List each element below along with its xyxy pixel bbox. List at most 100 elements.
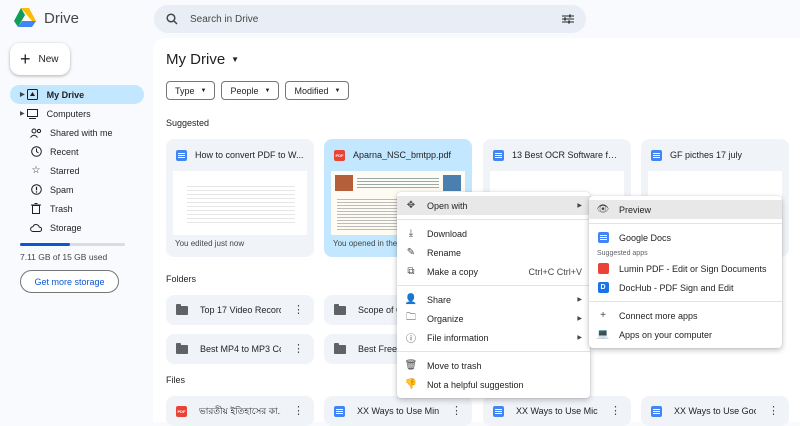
sidebar-item-label: Spam [50, 184, 74, 195]
menu-item-label: Google Docs [619, 232, 672, 243]
computer-icon [27, 108, 39, 120]
eye-icon: 👁 [596, 204, 610, 215]
more-options-icon[interactable]: ⋮ [451, 405, 462, 417]
storage-meter [20, 243, 125, 246]
menu-item-lumin-pdf[interactable]: Lumin PDF - Edit or Sign Documents [589, 259, 782, 278]
google-doc-icon [651, 405, 662, 417]
sidebar-item-starred[interactable]: ☆ Starred [10, 161, 144, 180]
menu-item-make-copy[interactable]: ⧉ Make a copy Ctrl+C Ctrl+V [397, 262, 590, 281]
filter-chips: Type ▼ People ▼ Modified ▼ [166, 81, 350, 100]
menu-item-rename[interactable]: ✎ Rename [397, 243, 590, 262]
chip-label: People [230, 85, 259, 96]
shortcut-hint: Ctrl+C Ctrl+V [528, 266, 582, 277]
menu-item-label: Not a helpful suggestion [427, 379, 524, 390]
filter-type[interactable]: Type ▼ [166, 81, 216, 100]
folder-item[interactable]: Best MP4 to MP3 Co... ⋮ [166, 334, 314, 364]
filter-people[interactable]: People ▼ [221, 81, 280, 100]
chevron-down-icon: ▼ [231, 55, 240, 64]
menu-item-label: DocHub - PDF Sign and Edit [619, 282, 734, 293]
menu-divider [589, 301, 782, 302]
open-with-submenu: 👁 Preview Google Docs Suggested apps Lumi… [589, 196, 782, 348]
sidebar-item-label: My Drive [46, 89, 85, 100]
menu-item-move-to-trash[interactable]: 🗑 Move to trash [397, 356, 590, 375]
menu-item-label: Share [427, 294, 452, 305]
expand-caret-icon[interactable]: ▶ [20, 110, 25, 117]
people-icon [30, 127, 42, 139]
filter-options-icon[interactable] [562, 14, 574, 24]
chevron-down-icon: ▼ [334, 87, 341, 94]
filter-modified[interactable]: Modified ▼ [285, 81, 350, 100]
edit-icon: ✎ [406, 247, 416, 258]
page-title[interactable]: My Drive ▼ [166, 51, 239, 68]
sidebar-item-shared[interactable]: Shared with me [10, 123, 144, 142]
more-options-icon[interactable]: ⋮ [293, 304, 304, 316]
sidebar-item-label: Storage [50, 222, 82, 233]
more-options-icon[interactable]: ⋮ [293, 405, 304, 417]
sidebar-item-my-drive[interactable]: ▶ My Drive [10, 85, 144, 104]
sidebar-item-computers[interactable]: ▶ Computers [10, 104, 144, 123]
menu-item-apps-on-computer[interactable]: 💻 Apps on your computer [589, 325, 782, 344]
copy-icon: ⧉ [407, 266, 415, 277]
more-options-icon[interactable]: ⋮ [768, 405, 779, 417]
menu-item-label: Preview [619, 204, 652, 215]
my-drive-icon [27, 89, 39, 101]
laptop-icon: 💻 [596, 329, 610, 340]
chevron-right-icon: ▶ [577, 203, 582, 209]
get-more-storage-button[interactable]: Get more storage [20, 270, 119, 293]
sidebar-item-storage[interactable]: Storage [10, 218, 144, 237]
menu-item-preview[interactable]: 👁 Preview [589, 200, 782, 219]
expand-caret-icon[interactable]: ▶ [20, 91, 25, 98]
sidebar-item-label: Shared with me [50, 127, 113, 138]
menu-item-open-with[interactable]: ✥ Open with ▶ [397, 196, 590, 215]
search-bar[interactable]: Search in Drive [154, 5, 586, 33]
spam-icon [30, 184, 42, 196]
menu-divider [397, 351, 590, 352]
storage-usage-text: 7.11 GB of 15 GB used [20, 252, 108, 262]
search-input[interactable]: Search in Drive [190, 14, 562, 25]
sidebar-item-label: Trash [50, 203, 73, 214]
more-options-icon[interactable]: ⋮ [293, 343, 304, 355]
menu-item-organize[interactable]: 🗀 Organize ▶ [397, 309, 590, 328]
clock-icon [30, 146, 42, 158]
file-thumbnail [173, 171, 307, 235]
pdf-icon: PDF [334, 149, 345, 161]
menu-item-google-docs[interactable]: Google Docs [589, 228, 782, 247]
chevron-right-icon: ▶ [577, 335, 582, 341]
menu-item-share[interactable]: 👤 Share ▶ [397, 290, 590, 309]
folder-shared-icon [334, 342, 346, 354]
sidebar-item-recent[interactable]: Recent [10, 142, 144, 161]
download-icon: ⤓ [408, 228, 414, 239]
card-title: How to convert PDF to W... [195, 150, 304, 160]
sidebar-item-spam[interactable]: Spam [10, 180, 144, 199]
card-title: Aparna_NSC_bmtpp.pdf [353, 150, 452, 160]
new-button[interactable]: + New [10, 43, 70, 75]
menu-item-label: Organize [427, 313, 464, 324]
menu-item-download[interactable]: ⤓ Download [397, 224, 590, 243]
thumbs-down-icon: 👎 [404, 379, 418, 390]
sidebar-item-label: Recent [50, 146, 79, 157]
search-icon[interactable] [166, 13, 178, 25]
sidebar-item-trash[interactable]: Trash [10, 199, 144, 218]
thumbnail-image [443, 175, 461, 191]
suggested-heading: Suggested [166, 118, 210, 128]
menu-item-dochub[interactable]: D DocHub - PDF Sign and Edit [589, 278, 782, 297]
menu-item-file-information[interactable]: ⓘ File information ▶ [397, 328, 590, 347]
file-name: XX Ways to Use Min... [357, 406, 439, 416]
menu-item-label: File information [427, 332, 489, 343]
drive-logo[interactable]: Drive [14, 7, 79, 29]
menu-item-connect-apps[interactable]: + Connect more apps [589, 306, 782, 325]
trash-icon [30, 203, 42, 215]
chevron-right-icon: ▶ [577, 297, 582, 303]
folder-item[interactable]: Top 17 Video Record... ⋮ [166, 295, 314, 325]
trash-icon: 🗑 [404, 360, 418, 371]
suggested-card[interactable]: How to convert PDF to W... You edited ju… [166, 139, 314, 257]
card-title: 13 Best OCR Software for... [512, 150, 621, 160]
more-options-icon[interactable]: ⋮ [610, 405, 621, 417]
files-heading: Files [166, 375, 186, 385]
star-icon: ☆ [31, 165, 41, 176]
menu-item-not-helpful[interactable]: 👎 Not a helpful suggestion [397, 375, 590, 394]
google-doc-icon [176, 149, 187, 161]
lumin-pdf-icon [597, 263, 609, 274]
page-title-text: My Drive [166, 51, 226, 68]
folder-icon [334, 303, 346, 315]
